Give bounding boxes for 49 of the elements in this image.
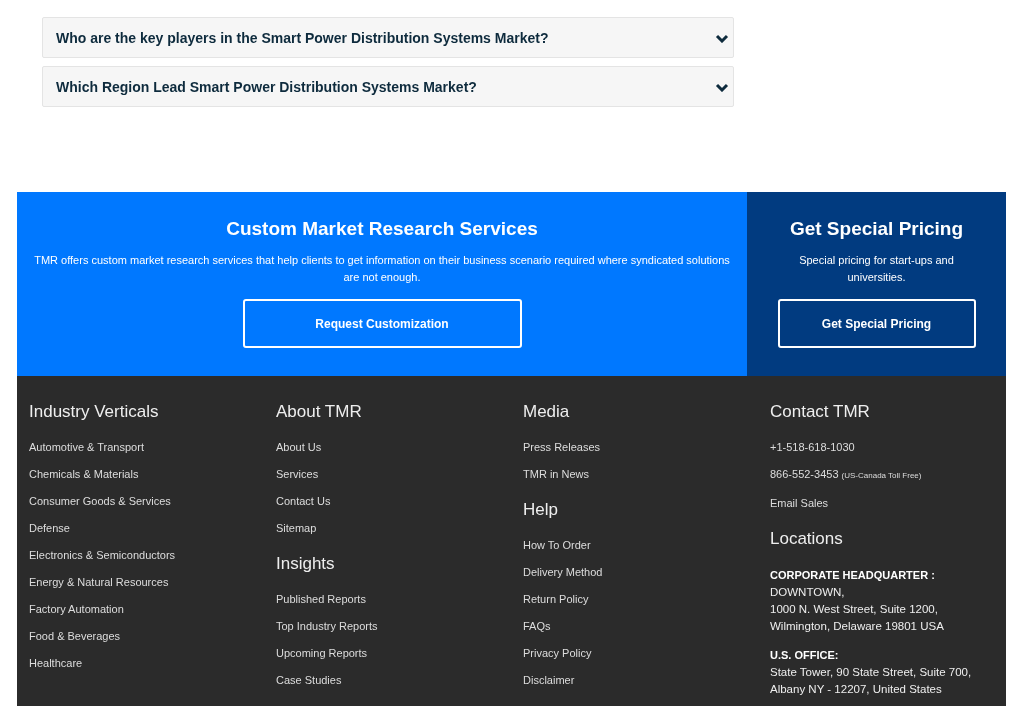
contact-link[interactable]: 866-552-3453 (US-Canada Toll Free): [770, 467, 922, 483]
office-title: U.S. OFFICE:: [770, 648, 840, 663]
office-address: State Tower, 90 State Street, Suite 700, Albany NY - 12207, United States: [770, 665, 973, 697]
footer-link[interactable]: Privacy Policy: [523, 646, 592, 660]
footer-link[interactable]: Delivery Method: [523, 565, 603, 579]
faq-question[interactable]: Who are the key players in the Smart Power Distribution Systems Market?: [42, 17, 734, 58]
footer-heading: Insights: [276, 553, 336, 575]
footer-link[interactable]: TMR in News: [523, 467, 589, 481]
panel-title: Custom Market Research Services: [226, 218, 538, 240]
panel-text: TMR offers custom market research services that help clients to get information on their business scenario required where syndicated solutions are not enough.: [33, 253, 731, 285]
footer-link[interactable]: Published Reports: [276, 592, 366, 606]
footer-link[interactable]: Contact Us: [276, 494, 331, 508]
contact-link[interactable]: +1-518-618-1030: [770, 440, 855, 454]
footer-link[interactable]: Automotive & Transport: [29, 440, 144, 454]
footer-heading: Help: [523, 499, 559, 521]
footer-link[interactable]: Electronics & Semiconductors: [29, 548, 176, 562]
chevron-icon: [715, 32, 729, 43]
footer-link[interactable]: How To Order: [523, 538, 591, 552]
footer-heading: Media: [523, 401, 571, 423]
footer-link[interactable]: Case Studies: [276, 673, 342, 687]
office-title: CORPORATE HEADQUARTER :: [770, 568, 936, 583]
panel-text: Special pricing for start-ups and universities.: [798, 253, 955, 285]
footer-link[interactable]: Food & Beverages: [29, 629, 121, 643]
footer-heading: About TMR: [276, 401, 363, 423]
footer-link[interactable]: Energy & Natural Resources: [29, 575, 169, 589]
footer-link[interactable]: Sitemap: [276, 521, 317, 535]
office-address: DOWNTOWN, 1000 N. West Street, Suite 1200, Wilmington, Delaware 19801 USA: [770, 585, 945, 634]
panel-title: Get Special Pricing: [789, 218, 964, 240]
footer-link[interactable]: FAQs: [523, 619, 551, 633]
footer-link[interactable]: Defense: [29, 521, 70, 535]
footer-heading: Locations: [770, 528, 844, 550]
footer-link[interactable]: Upcoming Reports: [276, 646, 368, 660]
faq-question[interactable]: Which Region Lead Smart Power Distribution Systems Market?: [42, 66, 734, 107]
footer-link[interactable]: Factory Automation: [29, 602, 124, 616]
footer-link[interactable]: Return Policy: [523, 592, 589, 606]
footer-link[interactable]: Healthcare: [29, 656, 83, 670]
contact-link[interactable]: Email Sales: [770, 496, 829, 510]
footer-link[interactable]: Consumer Goods & Services: [29, 494, 171, 508]
footer-link[interactable]: Services: [276, 467, 319, 481]
footer-heading: Industry Verticals: [29, 401, 160, 423]
footer-link[interactable]: About Us: [276, 440, 322, 454]
footer-link[interactable]: Chemicals & Materials: [29, 467, 139, 481]
request-customization-button[interactable]: Request Customization: [242, 299, 522, 348]
chevron-icon: [715, 81, 729, 92]
footer-link[interactable]: Top Industry Reports: [276, 619, 378, 633]
footer-heading: Contact TMR: [770, 401, 871, 423]
footer-link[interactable]: Press Releases: [523, 440, 601, 454]
footer-link[interactable]: Disclaimer: [523, 673, 575, 687]
special-pricing-button[interactable]: Get Special Pricing: [777, 299, 976, 348]
